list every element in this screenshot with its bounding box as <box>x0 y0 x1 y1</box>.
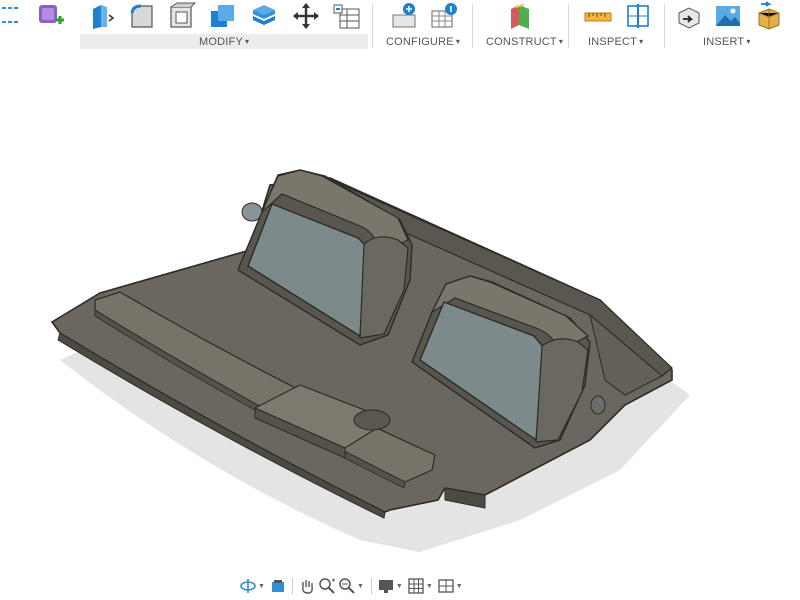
insert-canvas-icon[interactable] <box>712 0 744 32</box>
configure-add-icon[interactable] <box>388 0 420 32</box>
construct-label: CONSTRUCT <box>486 36 557 48</box>
combine-icon[interactable] <box>206 0 238 32</box>
fillet-icon[interactable] <box>126 0 158 32</box>
chevron-down-icon: ▾ <box>244 37 250 46</box>
create-form-icon[interactable] <box>34 0 66 32</box>
grid-icon[interactable] <box>406 576 426 596</box>
model-view <box>50 169 690 552</box>
configure-table-icon[interactable] <box>428 0 460 32</box>
measure-icon[interactable] <box>582 0 614 32</box>
insert-mcmaster-icon[interactable] <box>752 0 784 32</box>
toolbar-separator <box>372 4 373 48</box>
shell-icon[interactable] <box>166 0 198 32</box>
insert-label: INSERT <box>703 36 745 48</box>
chevron-down-icon: ▾ <box>558 37 564 46</box>
toolbar-separator <box>568 4 569 48</box>
modify-menu[interactable]: MODIFY ▾ <box>199 36 249 48</box>
chevron-down-icon[interactable]: ▼ <box>426 583 433 590</box>
zoom-window-icon[interactable] <box>337 576 357 596</box>
right-hinge-pin <box>590 395 606 415</box>
insert-menu[interactable]: INSERT ▾ <box>703 36 751 48</box>
insert-derive-icon[interactable] <box>672 0 704 32</box>
chevron-down-icon[interactable]: ▼ <box>357 583 364 590</box>
sketch-dimension-icon[interactable] <box>0 0 26 32</box>
chevron-down-icon[interactable]: ▼ <box>456 583 463 590</box>
chevron-down-icon[interactable]: ▼ <box>258 583 265 590</box>
center-pin <box>353 409 391 431</box>
configure-label: CONFIGURE <box>386 36 454 48</box>
look-at-icon[interactable] <box>268 576 288 596</box>
display-settings-icon[interactable] <box>376 576 396 596</box>
configure-menu[interactable]: CONFIGURE ▾ <box>386 36 460 48</box>
pan-hand-icon[interactable] <box>297 576 317 596</box>
chevron-down-icon: ▾ <box>746 37 751 46</box>
navbar-separator <box>370 578 372 594</box>
inspect-label: INSPECT <box>588 36 638 48</box>
zoom-icon[interactable] <box>317 576 337 596</box>
orbit-icon[interactable] <box>238 576 258 596</box>
inspect-menu[interactable]: INSPECT ▾ <box>588 36 643 48</box>
ribbon-toolbar: MODIFY ▾ CONFIGURE ▾ CONSTRUCT ▾ INSPECT ▾ I… <box>0 0 800 54</box>
toolbar-separator <box>472 4 473 48</box>
section-analysis-icon[interactable] <box>622 0 654 32</box>
offset-plane-icon[interactable] <box>504 0 536 32</box>
chevron-down-icon: ▾ <box>639 37 644 46</box>
stack-icon[interactable] <box>248 0 280 32</box>
parameters-table-icon[interactable] <box>330 0 362 32</box>
viewports-icon[interactable] <box>436 576 456 596</box>
modify-label: MODIFY <box>199 36 243 48</box>
construct-menu[interactable]: CONSTRUCT ▾ <box>486 36 563 48</box>
toolbar-separator <box>664 4 665 48</box>
move-icon[interactable] <box>290 0 322 32</box>
navbar-separator <box>291 578 293 594</box>
canvas-viewport[interactable] <box>0 54 800 600</box>
press-pull-icon[interactable] <box>86 0 118 32</box>
navigation-bar: ▼ ▼ ▼ ▼ ▼ <box>238 574 466 598</box>
chevron-down-icon[interactable]: ▼ <box>396 583 403 590</box>
chevron-down-icon: ▾ <box>455 37 461 46</box>
